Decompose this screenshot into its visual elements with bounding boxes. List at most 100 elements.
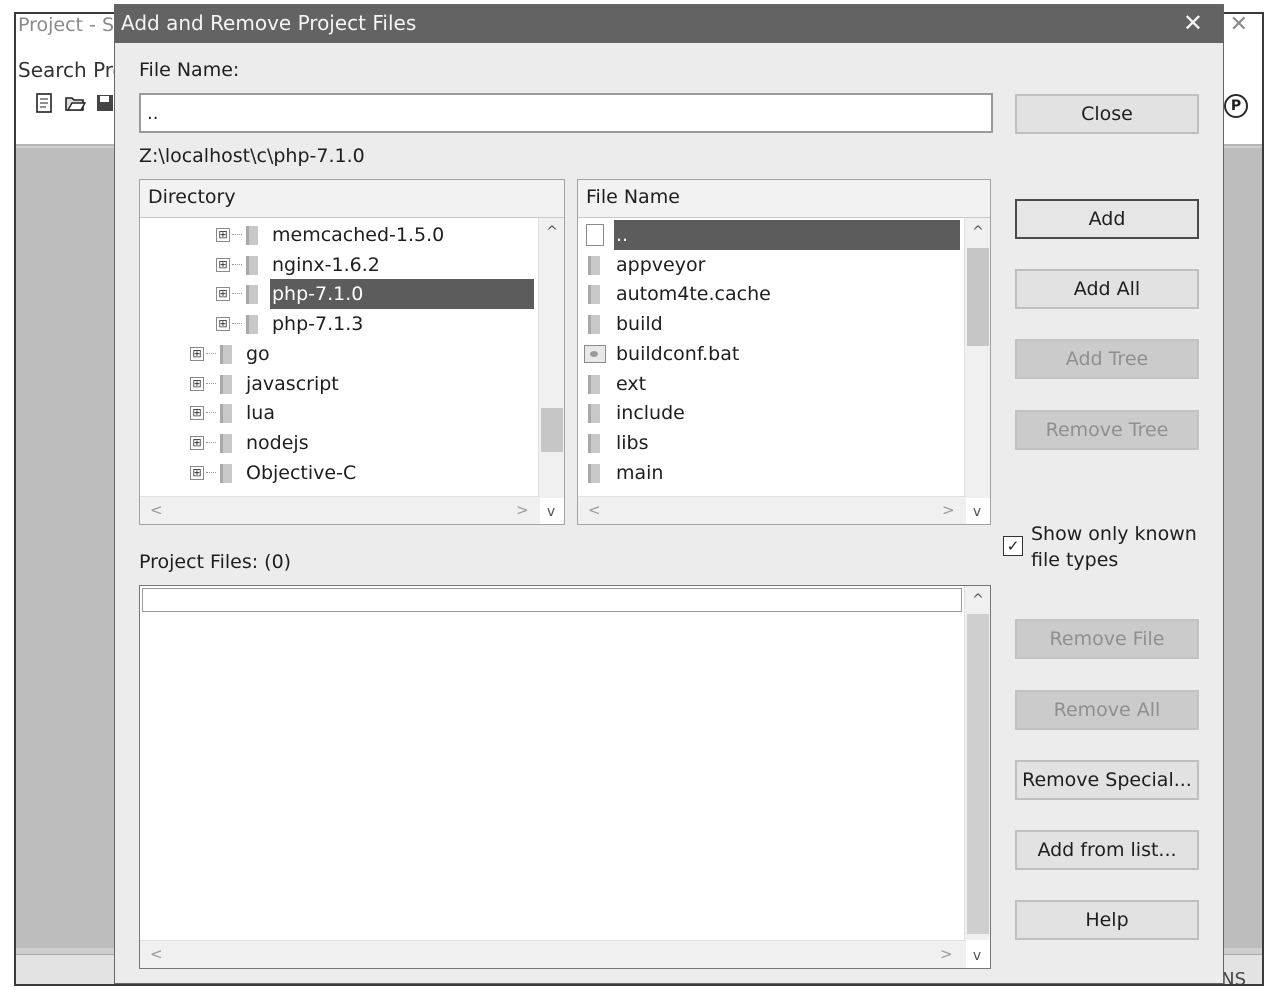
p-icon[interactable]: P: [1224, 94, 1248, 118]
save-icon[interactable]: [94, 92, 116, 114]
folder-icon: [246, 315, 258, 335]
expand-icon[interactable]: ⊞: [190, 435, 204, 450]
scroll-down-icon[interactable]: v: [964, 504, 990, 520]
file-list-hscroll[interactable]: < >: [578, 496, 966, 524]
directory-item[interactable]: ⊞ memcached-1.5.0: [140, 220, 536, 250]
directory-item-label: php-7.1.0: [270, 279, 534, 310]
file-name-label: File Name:: [139, 59, 240, 81]
directory-item-label: nodejs: [246, 431, 309, 454]
file-list-item[interactable]: appveyor: [578, 250, 962, 280]
close-button[interactable]: Close: [1015, 94, 1199, 134]
remove-special-button[interactable]: Remove Special...: [1015, 760, 1199, 800]
status-text: NS: [1221, 969, 1246, 986]
file-list-vscroll[interactable]: ^: [964, 218, 990, 498]
add-tree-button[interactable]: Add Tree: [1015, 339, 1199, 379]
folder-icon: [220, 463, 232, 483]
expand-icon[interactable]: ⊞: [190, 346, 204, 361]
scroll-left-icon[interactable]: <: [588, 501, 601, 519]
file-item-label: include: [616, 402, 685, 425]
file-list-item[interactable]: build: [578, 309, 962, 339]
folder-icon: [220, 433, 232, 453]
expand-icon[interactable]: ⊞: [190, 406, 204, 421]
file-item-label: autom4te.cache: [616, 283, 771, 306]
file-list-item[interactable]: ext: [578, 369, 962, 399]
file-name-input[interactable]: [139, 93, 993, 133]
open-folder-icon[interactable]: [64, 92, 86, 114]
file-item-label: main: [616, 461, 664, 484]
project-files-list[interactable]: ^ < > v: [139, 585, 991, 969]
add-from-list-button[interactable]: Add from list...: [1015, 830, 1199, 870]
project-files-label: Project Files: (0): [139, 551, 292, 573]
file-list-item[interactable]: ..: [578, 220, 962, 250]
directory-item-label: go: [246, 342, 270, 365]
tree-connector: [206, 471, 216, 473]
directory-tree[interactable]: Directory ⊞ memcached-1.5.0 ⊞ nginx-1.6.2 ⊞ p…: [139, 179, 565, 525]
dialog-title: Add and Remove Project Files: [121, 11, 417, 35]
directory-scroll-thumb[interactable]: [541, 408, 563, 452]
directory-hscroll[interactable]: < >: [140, 496, 540, 524]
directory-item[interactable]: ⊞ php-7.1.0: [140, 279, 536, 310]
file-name-header[interactable]: File Name: [578, 180, 990, 218]
directory-item[interactable]: ⊞ nginx-1.6.2: [140, 250, 536, 280]
directory-item[interactable]: ⊞ go: [140, 339, 536, 369]
tree-connector: [232, 263, 242, 265]
scroll-down-icon[interactable]: v: [964, 948, 990, 964]
folder-icon: [246, 255, 258, 275]
project-files-vscroll[interactable]: ^: [964, 586, 990, 940]
remove-all-button[interactable]: Remove All: [1015, 690, 1199, 730]
scroll-left-icon[interactable]: <: [150, 501, 163, 519]
directory-item[interactable]: ⊞ nodejs: [140, 428, 536, 458]
add-button[interactable]: Add: [1015, 199, 1199, 239]
directory-item-label: nginx-1.6.2: [272, 253, 380, 276]
directory-item[interactable]: ⊞ lua: [140, 398, 536, 428]
project-files-hscroll[interactable]: < >: [140, 940, 966, 968]
dialog-titlebar: Add and Remove Project Files ✕: [115, 5, 1223, 43]
directory-vscroll[interactable]: ^: [538, 218, 564, 498]
file-list-item[interactable]: main: [578, 458, 962, 488]
menu-items[interactable]: Search Pro: [18, 58, 125, 82]
scroll-down-icon[interactable]: v: [538, 504, 564, 520]
folder-icon: [588, 374, 600, 394]
file-list-item[interactable]: include: [578, 398, 962, 428]
directory-item-label: memcached-1.5.0: [272, 224, 445, 246]
file-icon: [586, 224, 604, 246]
expand-icon[interactable]: ⊞: [190, 376, 204, 391]
remove-file-button[interactable]: Remove File: [1015, 619, 1199, 659]
scroll-right-icon[interactable]: >: [516, 501, 529, 519]
project-files-scroll-thumb[interactable]: [967, 614, 989, 934]
batch-file-icon: [584, 344, 606, 363]
project-files-first-row[interactable]: [142, 588, 962, 612]
expand-icon[interactable]: ⊞: [216, 228, 230, 242]
scroll-up-icon[interactable]: ^: [539, 224, 564, 240]
dialog-close-icon[interactable]: ✕: [1183, 9, 1203, 37]
expand-icon[interactable]: ⊞: [216, 287, 230, 302]
show-known-types-checkbox[interactable]: ✓: [1003, 536, 1023, 556]
main-close-icon[interactable]: ✕: [1230, 14, 1248, 37]
directory-item[interactable]: ⊞ php-7.1.3: [140, 309, 536, 339]
scroll-left-icon[interactable]: <: [150, 945, 163, 963]
expand-icon[interactable]: ⊞: [216, 257, 230, 272]
main-window-title: Project - S: [18, 14, 115, 36]
directory-header[interactable]: Directory: [140, 180, 564, 218]
add-all-button[interactable]: Add All: [1015, 269, 1199, 309]
file-list[interactable]: File Name .. appveyor autom4te.cache build b…: [577, 179, 991, 525]
expand-icon[interactable]: ⊞: [216, 317, 230, 332]
scroll-right-icon[interactable]: >: [942, 501, 955, 519]
folder-icon: [220, 404, 232, 424]
help-button[interactable]: Help: [1015, 900, 1199, 940]
new-file-icon[interactable]: [34, 92, 56, 114]
file-list-item[interactable]: buildconf.bat: [578, 339, 962, 369]
directory-item[interactable]: ⊞ Objective-C: [140, 458, 536, 488]
scroll-up-icon[interactable]: ^: [965, 224, 990, 240]
tree-connector: [232, 234, 242, 235]
file-list-scroll-thumb[interactable]: [967, 248, 989, 346]
expand-icon[interactable]: ⊞: [190, 465, 204, 480]
folder-icon: [588, 285, 600, 305]
file-list-item[interactable]: autom4te.cache: [578, 279, 962, 309]
remove-tree-button[interactable]: Remove Tree: [1015, 410, 1199, 450]
scroll-up-icon[interactable]: ^: [965, 592, 990, 608]
scroll-right-icon[interactable]: >: [940, 945, 953, 963]
directory-item[interactable]: ⊞ javascript: [140, 369, 536, 399]
folder-icon: [588, 315, 600, 335]
file-list-item[interactable]: libs: [578, 428, 962, 458]
